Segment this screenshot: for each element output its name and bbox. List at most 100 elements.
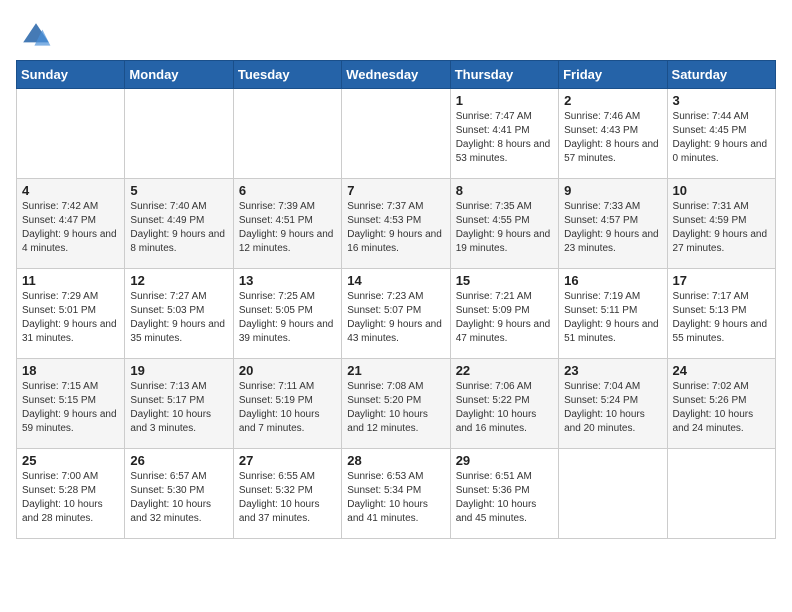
day-info: Sunrise: 7:00 AMSunset: 5:28 PMDaylight:… — [22, 470, 119, 526]
day-number: 10 — [673, 183, 770, 198]
calendar-cell: 15 Sunrise: 7:21 AMSunset: 5:09 PMDayligh… — [450, 269, 558, 359]
day-number: 9 — [564, 183, 661, 198]
day-number: 15 — [456, 273, 553, 288]
day-number: 25 — [22, 453, 119, 468]
day-number: 6 — [239, 183, 336, 198]
calendar-cell: 16 Sunrise: 7:19 AMSunset: 5:11 PMDayligh… — [559, 269, 667, 359]
day-info: Sunrise: 7:35 AMSunset: 4:55 PMDaylight:… — [456, 200, 553, 256]
calendar-cell: 8 Sunrise: 7:35 AMSunset: 4:55 PMDaylight… — [450, 179, 558, 269]
day-number: 1 — [456, 93, 553, 108]
day-info: Sunrise: 7:04 AMSunset: 5:24 PMDaylight:… — [564, 380, 661, 436]
day-number: 26 — [130, 453, 227, 468]
header — [16, 16, 776, 52]
calendar-cell: 17 Sunrise: 7:17 AMSunset: 5:13 PMDayligh… — [667, 269, 775, 359]
calendar-cell: 13 Sunrise: 7:25 AMSunset: 5:05 PMDayligh… — [233, 269, 341, 359]
logo — [16, 20, 52, 52]
day-number: 2 — [564, 93, 661, 108]
weekday-header-cell: Tuesday — [233, 61, 341, 89]
calendar-cell: 9 Sunrise: 7:33 AMSunset: 4:57 PMDaylight… — [559, 179, 667, 269]
day-info: Sunrise: 7:13 AMSunset: 5:17 PMDaylight:… — [130, 380, 227, 436]
day-info: Sunrise: 6:53 AMSunset: 5:34 PMDaylight:… — [347, 470, 444, 526]
calendar-cell: 5 Sunrise: 7:40 AMSunset: 4:49 PMDaylight… — [125, 179, 233, 269]
day-info: Sunrise: 7:29 AMSunset: 5:01 PMDaylight:… — [22, 290, 119, 346]
calendar-cell — [233, 89, 341, 179]
calendar-cell: 18 Sunrise: 7:15 AMSunset: 5:15 PMDayligh… — [17, 359, 125, 449]
calendar-cell — [342, 89, 450, 179]
calendar-cell: 22 Sunrise: 7:06 AMSunset: 5:22 PMDayligh… — [450, 359, 558, 449]
day-info: Sunrise: 7:33 AMSunset: 4:57 PMDaylight:… — [564, 200, 661, 256]
calendar-cell: 1 Sunrise: 7:47 AMSunset: 4:41 PMDaylight… — [450, 89, 558, 179]
day-number: 5 — [130, 183, 227, 198]
calendar-week-row: 4 Sunrise: 7:42 AMSunset: 4:47 PMDaylight… — [17, 179, 776, 269]
day-info: Sunrise: 7:39 AMSunset: 4:51 PMDaylight:… — [239, 200, 336, 256]
calendar-cell — [559, 449, 667, 539]
calendar-cell: 24Sunrise: 7:02 AMSunset: 5:26 PMDayligh… — [667, 359, 775, 449]
day-info: Sunrise: 7:46 AMSunset: 4:43 PMDaylight:… — [564, 110, 661, 166]
day-number: 29 — [456, 453, 553, 468]
day-info: Sunrise: 7:23 AMSunset: 5:07 PMDaylight:… — [347, 290, 444, 346]
weekday-header-cell: Sunday — [17, 61, 125, 89]
day-number: 21 — [347, 363, 444, 378]
calendar-cell: 29 Sunrise: 6:51 AMSunset: 5:36 PMDayligh… — [450, 449, 558, 539]
day-info: Sunrise: 7:40 AMSunset: 4:49 PMDaylight:… — [130, 200, 227, 256]
calendar-week-row: 1 Sunrise: 7:47 AMSunset: 4:41 PMDaylight… — [17, 89, 776, 179]
day-number: 12 — [130, 273, 227, 288]
calendar-cell: 25 Sunrise: 7:00 AMSunset: 5:28 PMDayligh… — [17, 449, 125, 539]
day-number: 14 — [347, 273, 444, 288]
calendar-cell: 27Sunrise: 6:55 AMSunset: 5:32 PMDayligh… — [233, 449, 341, 539]
day-info: Sunrise: 7:42 AMSunset: 4:47 PMDaylight:… — [22, 200, 119, 256]
day-info: Sunrise: 7:17 AMSunset: 5:13 PMDaylight:… — [673, 290, 770, 346]
calendar-cell: 12 Sunrise: 7:27 AMSunset: 5:03 PMDayligh… — [125, 269, 233, 359]
day-info: Sunrise: 6:55 AMSunset: 5:32 PMDaylight:… — [239, 470, 336, 526]
day-info: Sunrise: 7:47 AMSunset: 4:41 PMDaylight:… — [456, 110, 553, 166]
day-number: 19 — [130, 363, 227, 378]
calendar-cell: 21Sunrise: 7:08 AMSunset: 5:20 PMDayligh… — [342, 359, 450, 449]
day-info: Sunrise: 7:06 AMSunset: 5:22 PMDaylight:… — [456, 380, 553, 436]
calendar-cell: 23 Sunrise: 7:04 AMSunset: 5:24 PMDayligh… — [559, 359, 667, 449]
day-number: 7 — [347, 183, 444, 198]
day-number: 11 — [22, 273, 119, 288]
calendar-cell: 26 Sunrise: 6:57 AMSunset: 5:30 PMDayligh… — [125, 449, 233, 539]
day-info: Sunrise: 7:25 AMSunset: 5:05 PMDaylight:… — [239, 290, 336, 346]
calendar-cell: 10 Sunrise: 7:31 AMSunset: 4:59 PMDayligh… — [667, 179, 775, 269]
day-info: Sunrise: 7:11 AMSunset: 5:19 PMDaylight:… — [239, 380, 336, 436]
day-info: Sunrise: 7:21 AMSunset: 5:09 PMDaylight:… — [456, 290, 553, 346]
day-number: 18 — [22, 363, 119, 378]
weekday-header-cell: Friday — [559, 61, 667, 89]
day-number: 3 — [673, 93, 770, 108]
weekday-header-row: SundayMondayTuesdayWednesdayThursdayFrid… — [17, 61, 776, 89]
calendar-cell: 19 Sunrise: 7:13 AMSunset: 5:17 PMDayligh… — [125, 359, 233, 449]
calendar-cell: 14 Sunrise: 7:23 AMSunset: 5:07 PMDayligh… — [342, 269, 450, 359]
calendar-cell — [667, 449, 775, 539]
calendar-week-row: 25 Sunrise: 7:00 AMSunset: 5:28 PMDayligh… — [17, 449, 776, 539]
day-number: 16 — [564, 273, 661, 288]
weekday-header-cell: Wednesday — [342, 61, 450, 89]
calendar-cell: 20Sunrise: 7:11 AMSunset: 5:19 PMDayligh… — [233, 359, 341, 449]
day-info: Sunrise: 7:44 AMSunset: 4:45 PMDaylight:… — [673, 110, 770, 166]
calendar-cell: 28 Sunrise: 6:53 AMSunset: 5:34 PMDayligh… — [342, 449, 450, 539]
calendar-cell: 2 Sunrise: 7:46 AMSunset: 4:43 PMDaylight… — [559, 89, 667, 179]
day-info: Sunrise: 6:57 AMSunset: 5:30 PMDaylight:… — [130, 470, 227, 526]
calendar-table: SundayMondayTuesdayWednesdayThursdayFrid… — [16, 60, 776, 539]
day-number: 13 — [239, 273, 336, 288]
day-info: Sunrise: 6:51 AMSunset: 5:36 PMDaylight:… — [456, 470, 553, 526]
day-number: 23 — [564, 363, 661, 378]
day-info: Sunrise: 7:27 AMSunset: 5:03 PMDaylight:… — [130, 290, 227, 346]
calendar-week-row: 18 Sunrise: 7:15 AMSunset: 5:15 PMDayligh… — [17, 359, 776, 449]
day-number: 22 — [456, 363, 553, 378]
calendar-cell: 4 Sunrise: 7:42 AMSunset: 4:47 PMDaylight… — [17, 179, 125, 269]
calendar-cell: 7Sunrise: 7:37 AMSunset: 4:53 PMDaylight… — [342, 179, 450, 269]
day-number: 24 — [673, 363, 770, 378]
day-number: 28 — [347, 453, 444, 468]
calendar-cell: 11 Sunrise: 7:29 AMSunset: 5:01 PMDayligh… — [17, 269, 125, 359]
day-info: Sunrise: 7:19 AMSunset: 5:11 PMDaylight:… — [564, 290, 661, 346]
weekday-header-cell: Thursday — [450, 61, 558, 89]
calendar-cell — [17, 89, 125, 179]
day-info: Sunrise: 7:15 AMSunset: 5:15 PMDaylight:… — [22, 380, 119, 436]
day-info: Sunrise: 7:31 AMSunset: 4:59 PMDaylight:… — [673, 200, 770, 256]
day-number: 4 — [22, 183, 119, 198]
weekday-header-cell: Monday — [125, 61, 233, 89]
day-number: 17 — [673, 273, 770, 288]
calendar-cell: 6 Sunrise: 7:39 AMSunset: 4:51 PMDaylight… — [233, 179, 341, 269]
day-number: 8 — [456, 183, 553, 198]
